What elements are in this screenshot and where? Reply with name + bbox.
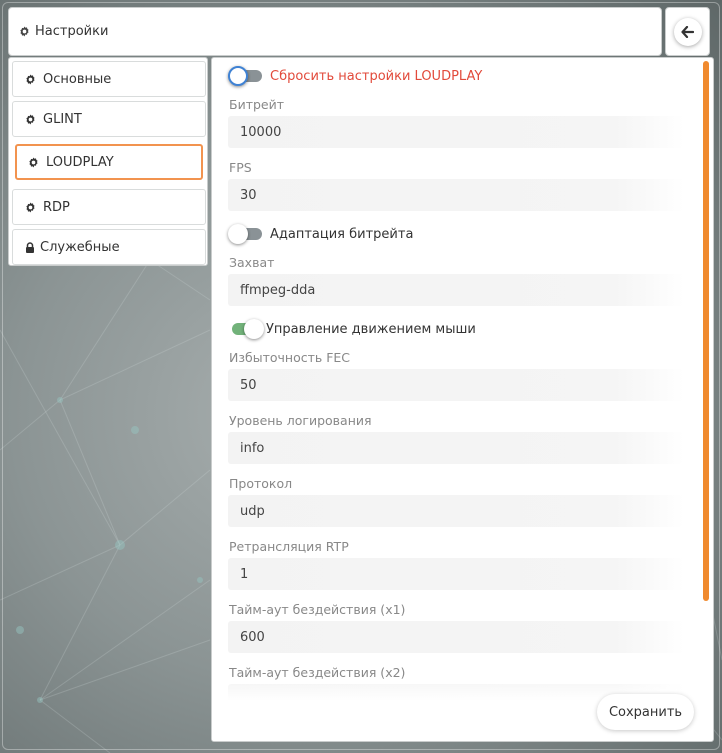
protocol-input[interactable] (228, 495, 684, 527)
bitrate-adaptation-toggle[interactable] (228, 224, 264, 244)
gear-icon (24, 113, 36, 125)
bitrate-adaptation-label: Адаптация битрейта (270, 226, 414, 242)
scrollbar[interactable] (703, 61, 709, 601)
bitrate-adaptation-row: Адаптация битрейта (228, 224, 413, 244)
log-level-label: Уровень логирования (229, 413, 372, 428)
gear-icon (18, 26, 30, 38)
mouse-control-toggle[interactable] (228, 319, 264, 339)
timeout1-label: Тайм-аут бездействия (x1) (229, 602, 406, 617)
protocol-label: Протокол (229, 476, 293, 491)
fps-input[interactable] (228, 179, 684, 211)
sidebar-item-label: Служебные (40, 239, 120, 255)
log-level-input[interactable] (228, 432, 684, 464)
reset-settings-label: Сбросить настройки LOUDPLAY (270, 68, 483, 84)
settings-sidebar: Основные GLINT LOUDPLAY RDP Служебные (8, 57, 208, 266)
sidebar-item-glint[interactable]: GLINT (12, 101, 206, 137)
sidebar-item-label: Основные (43, 71, 112, 87)
sidebar-item-loudplay[interactable]: LOUDPLAY (15, 144, 203, 180)
gear-icon (24, 201, 36, 213)
arrow-left-icon (673, 17, 702, 46)
rtp-label: Ретрансляция RTP (229, 539, 349, 554)
bitrate-label: Битрейт (229, 97, 285, 112)
fec-input[interactable] (228, 369, 684, 401)
timeout1-input[interactable] (228, 621, 684, 653)
lock-icon (24, 241, 36, 253)
sidebar-item-rdp[interactable]: RDP (12, 189, 206, 225)
rtp-input[interactable] (228, 558, 684, 590)
back-button[interactable] (665, 7, 710, 56)
capture-label: Захват (229, 255, 275, 270)
reset-settings-row: Сбросить настройки LOUDPLAY (228, 66, 482, 86)
mouse-control-row: Управление движением мыши (228, 319, 476, 339)
reset-settings-toggle[interactable] (228, 66, 264, 86)
sidebar-item-label: LOUDPLAY (46, 154, 114, 170)
mouse-control-label: Управление движением мыши (266, 321, 476, 337)
sidebar-item-label: RDP (43, 199, 70, 215)
page-title: Настройки (35, 24, 109, 39)
fec-label: Избыточность FEC (229, 350, 351, 365)
sidebar-item-label: GLINT (43, 111, 82, 127)
save-button[interactable]: Сохранить (597, 694, 694, 730)
sidebar-item-service[interactable]: Служебные (12, 229, 206, 265)
capture-input[interactable] (228, 274, 684, 306)
gear-icon (24, 73, 36, 85)
gear-icon (27, 156, 39, 168)
settings-panel: Сбросить настройки LOUDPLAY Битрейт FPS … (211, 57, 714, 742)
fps-label: FPS (229, 160, 252, 175)
settings-header: Настройки (8, 7, 662, 56)
bitrate-input[interactable] (228, 116, 684, 148)
sidebar-item-general[interactable]: Основные (12, 61, 206, 97)
